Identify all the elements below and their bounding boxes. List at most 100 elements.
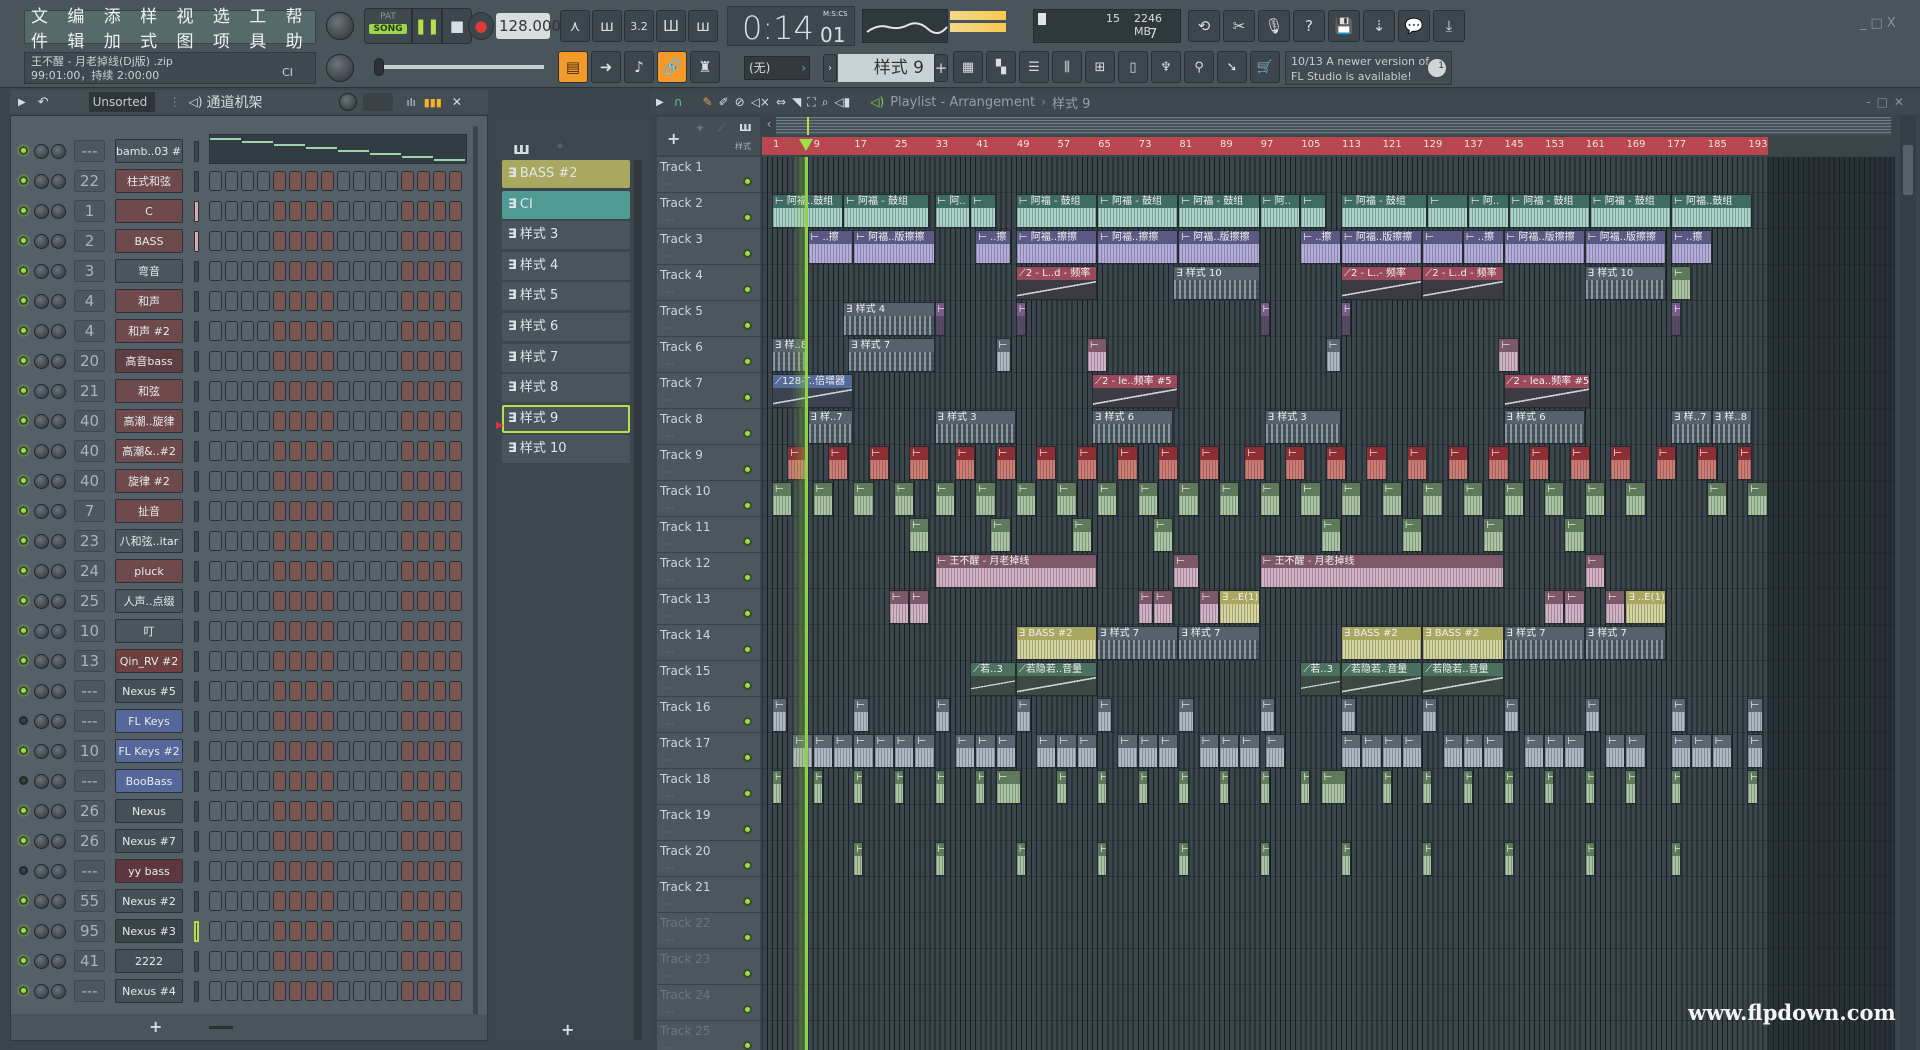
audio-clip[interactable]: ⊢ bbox=[1523, 734, 1545, 768]
step-button[interactable] bbox=[385, 651, 398, 671]
audio-clip[interactable]: ⊢ bbox=[975, 770, 986, 804]
audio-clip[interactable]: ⊢ bbox=[1671, 770, 1682, 804]
step-button[interactable] bbox=[273, 981, 286, 1001]
audio-clip[interactable]: ⊢ bbox=[1178, 842, 1189, 876]
step-button[interactable] bbox=[289, 591, 302, 611]
step-button[interactable] bbox=[289, 621, 302, 641]
channel-pan-knob[interactable] bbox=[51, 954, 66, 969]
step-button[interactable] bbox=[257, 291, 270, 311]
plugin-db-button[interactable]: ♆ bbox=[1151, 51, 1181, 83]
pattern-clip[interactable]: ∃ 样式 7 bbox=[848, 338, 935, 372]
step-button[interactable] bbox=[385, 711, 398, 731]
step-button[interactable] bbox=[369, 741, 382, 761]
channel-mute-led[interactable] bbox=[19, 596, 28, 605]
step-button[interactable] bbox=[289, 171, 302, 191]
mixer-track-number[interactable]: --- bbox=[74, 680, 105, 702]
step-button[interactable] bbox=[417, 501, 430, 521]
step-button[interactable] bbox=[433, 891, 446, 911]
track-enable-led[interactable] bbox=[743, 285, 752, 294]
pencil-icon[interactable]: ✎ bbox=[703, 95, 713, 109]
track-enable-led[interactable] bbox=[743, 501, 752, 510]
step-button[interactable] bbox=[321, 201, 334, 221]
audio-clip[interactable]: ⊢ bbox=[909, 590, 930, 624]
audio-clip[interactable]: ⊢ bbox=[1178, 698, 1194, 732]
step-button[interactable] bbox=[305, 891, 318, 911]
step-button[interactable] bbox=[385, 201, 398, 221]
step-button[interactable] bbox=[385, 681, 398, 701]
audio-clip[interactable]: ⊢ 阿福 - 鼓组 bbox=[1015, 194, 1098, 228]
step-button[interactable] bbox=[417, 681, 430, 701]
audio-clip[interactable]: ⊢ bbox=[1259, 698, 1275, 732]
step-button[interactable] bbox=[401, 321, 414, 341]
pattern-clip[interactable]: ∃ 样式 4 bbox=[843, 302, 935, 336]
audio-clip[interactable]: ⊢ bbox=[1361, 734, 1382, 768]
track-enable-led[interactable] bbox=[743, 393, 752, 402]
audio-clip[interactable]: ⊢ bbox=[1737, 446, 1753, 480]
step-button[interactable] bbox=[273, 861, 286, 881]
audio-clip[interactable]: ⊢ bbox=[909, 518, 930, 552]
delete-icon[interactable]: ⊘ bbox=[735, 95, 745, 109]
audio-clip[interactable]: ⊢ bbox=[1747, 482, 1768, 516]
channel-select-indicator[interactable] bbox=[194, 231, 199, 252]
audio-clip[interactable]: ⊢ 阿福 - 鼓组 bbox=[1097, 194, 1179, 228]
step-button[interactable] bbox=[257, 621, 270, 641]
step-button[interactable] bbox=[337, 531, 350, 551]
audio-clip[interactable]: ⊢ bbox=[1422, 842, 1433, 876]
step-button[interactable] bbox=[417, 891, 430, 911]
step-button[interactable] bbox=[401, 381, 414, 401]
step-button[interactable] bbox=[385, 171, 398, 191]
mixer-track-number[interactable]: 2 bbox=[74, 230, 105, 252]
audio-clip[interactable]: ⊢ bbox=[1503, 770, 1514, 804]
rack-hscrollbar[interactable] bbox=[209, 1026, 233, 1029]
step-button[interactable] bbox=[449, 591, 462, 611]
step-button[interactable] bbox=[417, 381, 430, 401]
track-header[interactable]: Track 3 ··· bbox=[657, 229, 760, 265]
mixer-track-number[interactable]: 4 bbox=[74, 290, 105, 312]
track-header[interactable]: Track 25 ··· bbox=[657, 1021, 760, 1050]
pattern-item[interactable]: ∃ 样式 9 ▶ bbox=[496, 404, 630, 433]
channel-volume-knob[interactable] bbox=[34, 954, 49, 969]
step-button[interactable] bbox=[385, 261, 398, 281]
track-enable-led[interactable] bbox=[743, 357, 752, 366]
step-button[interactable] bbox=[305, 861, 318, 881]
channel-mute-led[interactable] bbox=[19, 236, 28, 245]
step-button[interactable] bbox=[369, 201, 382, 221]
step-button[interactable] bbox=[369, 831, 382, 851]
wait-input-button[interactable]: ш bbox=[592, 10, 622, 42]
step-button[interactable] bbox=[225, 441, 238, 461]
channel-mute-led[interactable] bbox=[19, 266, 28, 275]
step-button[interactable] bbox=[257, 951, 270, 971]
step-button[interactable] bbox=[225, 561, 238, 581]
track-enable-led[interactable] bbox=[743, 213, 752, 222]
audio-clip[interactable]: ⊢ bbox=[1259, 302, 1270, 336]
step-button[interactable] bbox=[433, 291, 446, 311]
mixer-button[interactable]: ⫼ bbox=[1052, 51, 1082, 83]
step-button[interactable] bbox=[289, 801, 302, 821]
step-button[interactable] bbox=[369, 681, 382, 701]
audio-clip[interactable]: ⊢ bbox=[1503, 482, 1524, 516]
step-button[interactable] bbox=[401, 771, 414, 791]
step-button[interactable] bbox=[273, 561, 286, 581]
audio-clip[interactable]: ⊢ bbox=[1381, 482, 1402, 516]
audio-clip[interactable]: ⊢ bbox=[1259, 842, 1270, 876]
step-button[interactable] bbox=[273, 351, 286, 371]
channel-volume-knob[interactable] bbox=[34, 894, 49, 909]
pattern-prev-button[interactable]: › bbox=[823, 54, 837, 82]
channel-volume-knob[interactable] bbox=[34, 864, 49, 879]
channel-volume-knob[interactable] bbox=[34, 414, 49, 429]
step-button[interactable] bbox=[209, 171, 222, 191]
step-button[interactable] bbox=[241, 681, 254, 701]
channel-name-button[interactable]: 弯音 bbox=[115, 259, 183, 283]
audio-clip[interactable]: ⊢ bbox=[970, 194, 996, 228]
step-button[interactable] bbox=[353, 981, 366, 1001]
step-button[interactable] bbox=[321, 261, 334, 281]
automation-clip[interactable]: ⟋2 - L..d - 频率 bbox=[1015, 266, 1098, 300]
mixer-track-number[interactable]: --- bbox=[74, 710, 105, 732]
step-button[interactable] bbox=[369, 441, 382, 461]
step-button[interactable] bbox=[385, 351, 398, 371]
step-button[interactable] bbox=[225, 171, 238, 191]
step-button[interactable] bbox=[401, 501, 414, 521]
graph-editor-icon[interactable]: ılı bbox=[407, 96, 416, 109]
stamp-button[interactable]: ♜ bbox=[690, 51, 720, 83]
shop-button[interactable]: 🛒 bbox=[1250, 51, 1280, 83]
